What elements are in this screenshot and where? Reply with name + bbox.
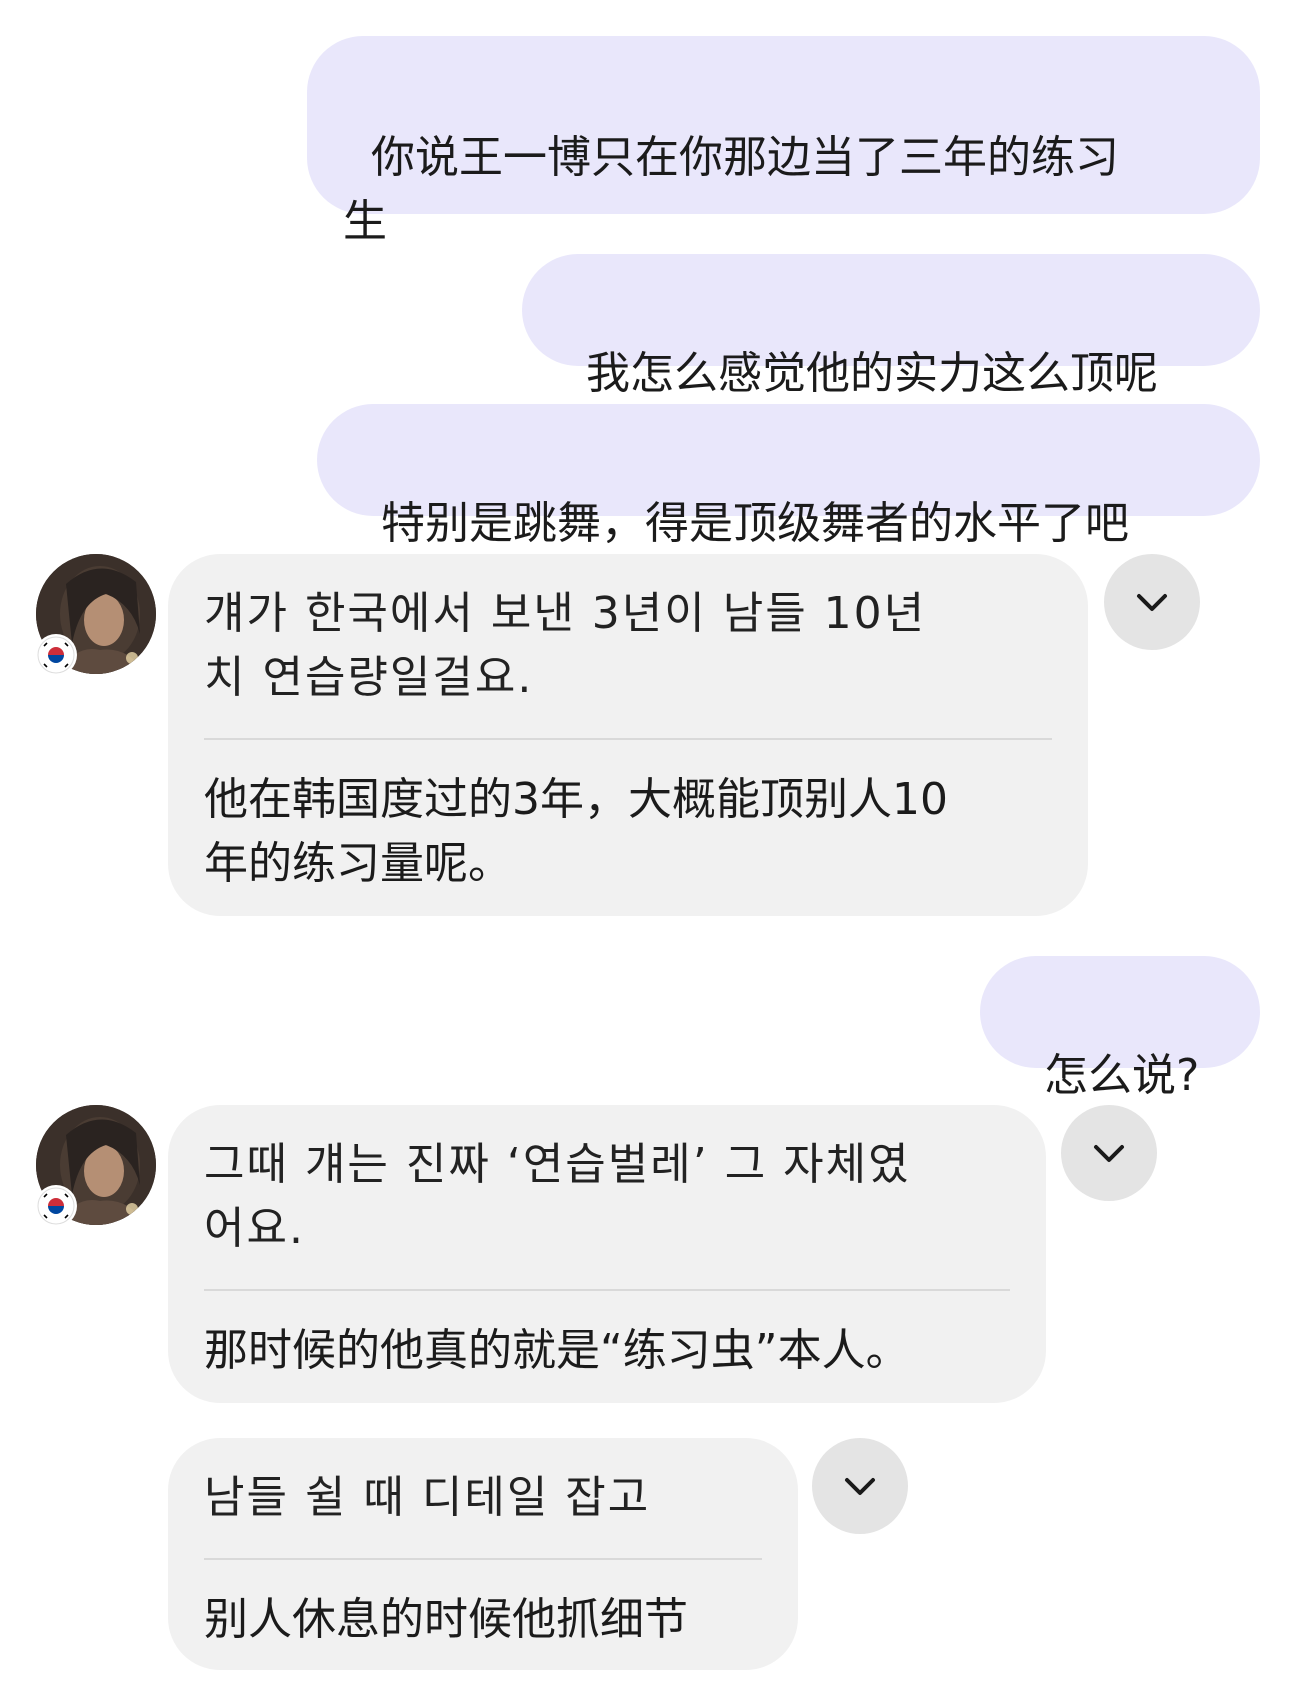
original-korean-text: 남들 쉴 때 디테일 잡고 bbox=[204, 1472, 651, 1523]
outgoing-message-bubble[interactable]: 特别是跳舞，得是顶级舞者的水平了吧 bbox=[317, 404, 1260, 549]
expand-options-button[interactable] bbox=[1104, 554, 1200, 650]
chevron-down-icon bbox=[1137, 594, 1167, 611]
translated-text: 别人休息的时候他抓细节 bbox=[204, 1594, 688, 1645]
south-korea-flag-icon bbox=[37, 636, 75, 674]
divider bbox=[204, 738, 1052, 740]
original-korean-text: 걔가 한국에서 보낸 3년이 남들 10년 치 연습량일걸요. bbox=[204, 588, 927, 703]
outgoing-message-bubble[interactable]: 怎么说? bbox=[980, 956, 1260, 1101]
original-korean-text: 그때 걔는 진짜 ‘연습벌레’ 그 자체였 어요. bbox=[204, 1139, 911, 1254]
message-text: 特别是跳舞，得是顶级舞者的水平了吧 bbox=[380, 498, 1129, 549]
outgoing-message-bubble[interactable]: 你说王一博只在你那边当了三年的练习 生 bbox=[307, 36, 1260, 247]
outgoing-message-bubble[interactable]: 我怎么感觉他的实力这么顶呢 bbox=[522, 254, 1260, 399]
message-text: 怎么说? bbox=[1043, 1050, 1200, 1101]
chevron-down-icon bbox=[845, 1478, 875, 1495]
translated-text: 他在韩国度过的3年，大概能顶别人10 年的练习量呢。 bbox=[204, 774, 948, 889]
south-korea-flag-icon bbox=[37, 1187, 75, 1225]
expand-options-button[interactable] bbox=[812, 1438, 908, 1534]
translated-text: 那时候的他真的就是“练习虫”本人。 bbox=[204, 1325, 910, 1376]
chevron-down-icon bbox=[1094, 1145, 1124, 1162]
incoming-message-bubble[interactable]: 걔가 한국에서 보낸 3년이 남들 10년 치 연습량일걸요. 他在韩国度过的3… bbox=[168, 554, 1088, 916]
incoming-message-bubble[interactable]: 그때 걔는 진짜 ‘연습벌레’ 그 자체였 어요. 那时候的他真的就是“练习虫”… bbox=[168, 1105, 1046, 1403]
message-text: 我怎么感觉他的实力这么顶呢 bbox=[585, 348, 1158, 399]
incoming-message-bubble[interactable]: 남들 쉴 때 디테일 잡고 别人休息的时候他抓细节 bbox=[168, 1438, 798, 1670]
expand-options-button[interactable] bbox=[1061, 1105, 1157, 1201]
divider bbox=[204, 1289, 1010, 1291]
divider bbox=[204, 1558, 762, 1560]
message-text: 你说王一博只在你那边当了三年的练习 生 bbox=[343, 132, 1119, 247]
